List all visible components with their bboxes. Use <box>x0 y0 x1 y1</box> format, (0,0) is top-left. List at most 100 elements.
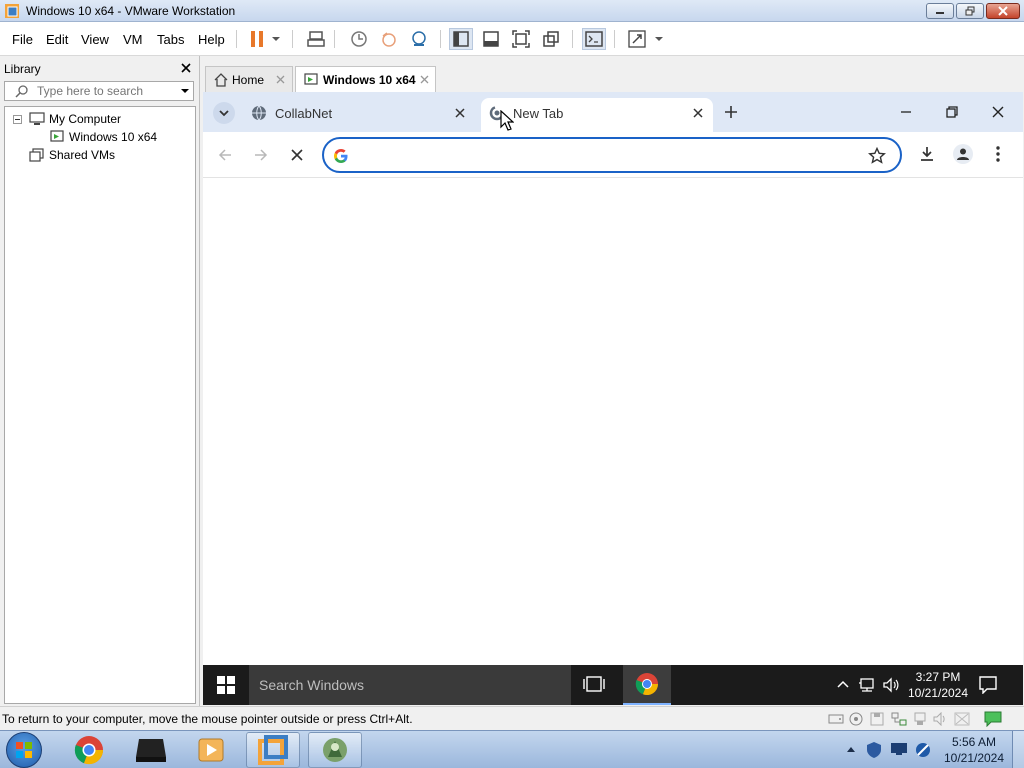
display-tray-icon[interactable] <box>890 742 908 756</box>
chevron-up-icon[interactable] <box>837 680 849 688</box>
library-header: Library <box>4 62 41 76</box>
hard-disk-icon[interactable] <box>828 712 844 726</box>
restore-button[interactable] <box>956 3 984 19</box>
network-icon[interactable] <box>858 677 876 693</box>
tree-collapse-toggle[interactable] <box>13 115 22 124</box>
address-bar[interactable] <box>322 137 902 173</box>
full-screen-button[interactable] <box>509 28 533 50</box>
floppy-icon[interactable] <box>870 712 884 726</box>
new-tab-button[interactable] <box>724 105 738 119</box>
network-tray-icon[interactable] <box>914 741 932 759</box>
show-library-button[interactable] <box>449 28 473 50</box>
menu-help[interactable]: Help <box>198 32 225 47</box>
chevron-up-icon[interactable] <box>846 745 856 753</box>
profile-button[interactable] <box>953 144 973 164</box>
title-bar: Windows 10 x64 - VMware Workstation <box>0 0 1024 22</box>
windows-logo-icon <box>217 676 235 694</box>
library-search-field[interactable] <box>4 81 194 101</box>
tab-label: CollabNet <box>275 106 333 121</box>
tree-item-my-computer[interactable]: My Computer <box>29 112 121 126</box>
back-button[interactable] <box>218 148 232 162</box>
chrome-restore-button[interactable] <box>946 106 958 118</box>
minimize-button[interactable] <box>926 3 954 19</box>
start-button[interactable] <box>203 665 249 705</box>
sound-icon[interactable] <box>933 712 947 726</box>
chrome-tab-collabnet[interactable]: CollabNet <box>243 98 475 132</box>
host-taskbar-chrome[interactable] <box>62 732 116 768</box>
send-ctrl-alt-del-button[interactable] <box>304 28 328 50</box>
tree-item-vm[interactable]: Windows 10 x64 <box>49 130 157 144</box>
show-desktop-button[interactable] <box>1012 731 1024 768</box>
power-dropdown-button[interactable] <box>267 28 285 50</box>
taskbar-chrome-app[interactable] <box>623 665 671 705</box>
snapshot-button[interactable] <box>347 28 371 50</box>
start-orb-button[interactable] <box>6 732 42 768</box>
chrome-icon <box>74 736 104 765</box>
chrome-page-content[interactable] <box>203 179 1023 665</box>
pause-button[interactable] <box>245 28 269 50</box>
vm-console[interactable]: CollabNet New Tab Search Windows 3:27 PM… <box>203 92 1023 705</box>
volume-icon[interactable] <box>882 677 900 693</box>
taskbar-search-box[interactable]: Search Windows <box>249 665 571 705</box>
display-icon[interactable] <box>954 712 970 726</box>
keyboard-icon <box>307 31 325 47</box>
tree-item-shared-vms[interactable]: Shared VMs <box>29 148 115 162</box>
thumbnail-bar-button[interactable] <box>479 28 503 50</box>
tab-search-button[interactable] <box>213 102 235 124</box>
host-clock[interactable]: 5:56 AM 10/21/2024 <box>940 734 1008 766</box>
forward-button[interactable] <box>254 148 268 162</box>
task-view-button[interactable] <box>583 675 605 693</box>
chrome-menu-button[interactable] <box>996 146 1000 162</box>
downloads-button[interactable] <box>918 145 936 163</box>
close-button[interactable] <box>986 3 1020 19</box>
menu-vm[interactable]: VM <box>123 32 143 47</box>
close-icon[interactable] <box>420 75 429 84</box>
host-taskbar-app[interactable] <box>308 732 362 768</box>
unity-button[interactable] <box>539 28 563 50</box>
stretch-dropdown-button[interactable] <box>650 28 668 50</box>
host-taskbar-media-player[interactable] <box>184 732 238 768</box>
usb-icon[interactable] <box>912 712 928 726</box>
chrome-icon <box>635 673 659 696</box>
action-center-button[interactable] <box>979 676 997 694</box>
library-search-input[interactable] <box>37 84 177 98</box>
revert-snapshot-button[interactable] <box>377 28 401 50</box>
home-icon <box>214 72 228 87</box>
menu-file[interactable]: File <box>12 32 33 47</box>
vm-running-icon <box>304 72 318 85</box>
stretch-guest-button[interactable] <box>625 28 649 50</box>
close-icon[interactable] <box>455 108 465 118</box>
toolbar-separator <box>334 30 335 48</box>
host-taskbar-vmware[interactable] <box>246 732 300 768</box>
chrome-tab-new-tab[interactable]: New Tab <box>481 98 713 132</box>
close-icon[interactable] <box>693 108 703 118</box>
message-log-icon[interactable] <box>984 711 1002 727</box>
search-icon <box>15 85 28 98</box>
bookmark-star-icon[interactable] <box>868 147 886 165</box>
tab-home[interactable]: Home <box>205 66 293 92</box>
chrome-minimize-button[interactable] <box>900 106 912 118</box>
close-icon[interactable] <box>276 75 285 84</box>
snapshot-icon <box>351 31 367 47</box>
tab-windows-10-x64[interactable]: Windows 10 x64 <box>295 66 436 92</box>
stop-loading-button[interactable] <box>291 149 303 161</box>
menu-tabs[interactable]: Tabs <box>157 32 184 47</box>
full-screen-icon <box>512 30 530 48</box>
guest-taskbar: Search Windows 3:27 PM 10/21/2024 <box>203 665 1023 705</box>
snapshot-manager-button[interactable] <box>407 28 431 50</box>
chrome-close-button[interactable] <box>992 106 1004 118</box>
omnibox-input[interactable] <box>358 146 858 164</box>
google-icon <box>334 149 348 163</box>
network-adapter-icon[interactable] <box>891 712 907 726</box>
host-taskbar-terminal[interactable] <box>124 732 178 768</box>
security-shield-icon[interactable] <box>866 741 882 759</box>
pause-icon <box>251 31 263 47</box>
menu-edit[interactable]: Edit <box>46 32 68 47</box>
library-close-button[interactable] <box>180 62 192 74</box>
console-view-button[interactable] <box>582 28 606 50</box>
guest-clock[interactable]: 3:27 PM 10/21/2024 <box>903 669 973 701</box>
menu-view[interactable]: View <box>81 32 109 47</box>
vmware-app-icon <box>4 3 20 19</box>
arrow-right-icon <box>255 149 268 161</box>
cd-dvd-icon[interactable] <box>849 712 863 726</box>
